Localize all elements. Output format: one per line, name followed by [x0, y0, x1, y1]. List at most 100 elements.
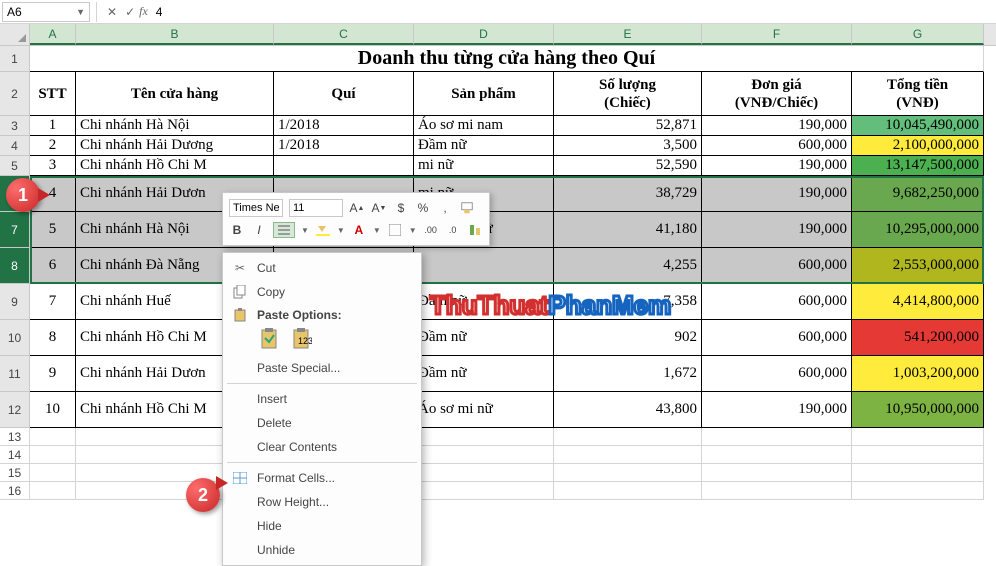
- cell[interactable]: Đơn giá (VNĐ/Chiếc): [702, 72, 852, 116]
- cell[interactable]: Chi nhánh Hà Nội: [76, 116, 274, 136]
- cell[interactable]: 190,000: [702, 116, 852, 136]
- cell[interactable]: [852, 428, 984, 446]
- cell[interactable]: [554, 482, 702, 500]
- select-all-corner[interactable]: [0, 24, 30, 46]
- format-icon[interactable]: [467, 222, 483, 238]
- cell[interactable]: Chi nhánh Hồ Chi M: [76, 156, 274, 176]
- percent-icon[interactable]: %: [415, 200, 431, 216]
- align-icon[interactable]: [273, 222, 295, 238]
- cell[interactable]: 41,180: [554, 212, 702, 248]
- cell[interactable]: 10,045,490,000: [852, 116, 984, 136]
- menu-paste-special[interactable]: Paste Special...: [223, 356, 421, 380]
- cell[interactable]: [554, 464, 702, 482]
- col-header-D[interactable]: D: [414, 24, 554, 45]
- cell[interactable]: Áo sơ mi nữ: [414, 392, 554, 428]
- cell[interactable]: 1/2018: [274, 136, 414, 156]
- menu-row-height[interactable]: Row Height...: [223, 490, 421, 514]
- menu-insert[interactable]: Insert: [223, 387, 421, 411]
- cell[interactable]: 2,553,000,000: [852, 248, 984, 284]
- cell[interactable]: [554, 446, 702, 464]
- cell[interactable]: [414, 428, 554, 446]
- italic-icon[interactable]: I: [251, 222, 267, 238]
- chevron-down-icon[interactable]: ▼: [76, 7, 85, 17]
- cell[interactable]: [274, 156, 414, 176]
- cell[interactable]: 190,000: [702, 212, 852, 248]
- row-header-12[interactable]: 12: [0, 392, 30, 428]
- row-header-10[interactable]: 10: [0, 320, 30, 356]
- cell[interactable]: 13,147,500,000: [852, 156, 984, 176]
- row-header-7[interactable]: 7: [0, 212, 30, 248]
- cell[interactable]: 38,729: [554, 176, 702, 212]
- cell[interactable]: 1,003,200,000: [852, 356, 984, 392]
- cell[interactable]: [702, 428, 852, 446]
- cell[interactable]: Sản phẩm: [414, 72, 554, 116]
- cell[interactable]: Quí: [274, 72, 414, 116]
- row-header-3[interactable]: 3: [0, 116, 30, 136]
- paste-default-icon[interactable]: [257, 326, 283, 352]
- cell[interactable]: 190,000: [702, 176, 852, 212]
- row-header-5[interactable]: 5: [0, 156, 30, 176]
- row-header-16[interactable]: 16: [0, 482, 30, 500]
- borders-icon[interactable]: [387, 222, 403, 238]
- row-header-14[interactable]: 14: [0, 446, 30, 464]
- fx-icon[interactable]: fx: [139, 4, 148, 19]
- menu-clear-contents[interactable]: Clear Contents: [223, 435, 421, 459]
- cell[interactable]: 600,000: [702, 136, 852, 156]
- currency-icon[interactable]: $: [393, 200, 409, 216]
- cell[interactable]: [852, 464, 984, 482]
- cell[interactable]: 4,414,800,000: [852, 284, 984, 320]
- cell[interactable]: 3,500: [554, 136, 702, 156]
- cell[interactable]: [852, 482, 984, 500]
- cancel-fx-icon[interactable]: ✕: [103, 5, 121, 19]
- font-name-input[interactable]: [229, 199, 283, 217]
- name-box[interactable]: A6 ▼: [2, 2, 90, 22]
- cell[interactable]: 3: [30, 156, 76, 176]
- cell[interactable]: 600,000: [702, 284, 852, 320]
- fill-color-icon[interactable]: [315, 222, 331, 238]
- col-header-E[interactable]: E: [554, 24, 702, 45]
- cell[interactable]: 902: [554, 320, 702, 356]
- row-header-15[interactable]: 15: [0, 464, 30, 482]
- col-header-F[interactable]: F: [702, 24, 852, 45]
- title-cell[interactable]: Doanh thu từng cửa hàng theo Quí: [30, 46, 984, 72]
- cell[interactable]: 43,800: [554, 392, 702, 428]
- cell[interactable]: [30, 428, 76, 446]
- decrease-decimal-icon[interactable]: .00: [423, 222, 439, 238]
- cell[interactable]: Đầm nữ: [414, 136, 554, 156]
- cell[interactable]: [30, 464, 76, 482]
- cell[interactable]: Đầm nữ: [414, 320, 554, 356]
- format-painter-icon[interactable]: [459, 200, 475, 216]
- row-header-13[interactable]: 13: [0, 428, 30, 446]
- col-header-C[interactable]: C: [274, 24, 414, 45]
- menu-unhide[interactable]: Unhide: [223, 538, 421, 562]
- cell[interactable]: [414, 446, 554, 464]
- cell[interactable]: 5: [30, 212, 76, 248]
- menu-delete[interactable]: Delete: [223, 411, 421, 435]
- cell[interactable]: 190,000: [702, 392, 852, 428]
- cell[interactable]: [702, 446, 852, 464]
- menu-format-cells[interactable]: Format Cells...: [223, 466, 421, 490]
- col-header-G[interactable]: G: [852, 24, 984, 45]
- row-header-11[interactable]: 11: [0, 356, 30, 392]
- menu-copy[interactable]: Copy: [223, 280, 421, 304]
- increase-decimal-icon[interactable]: .0: [445, 222, 461, 238]
- cell[interactable]: Tên cửa hàng: [76, 72, 274, 116]
- cell[interactable]: 600,000: [702, 248, 852, 284]
- menu-cut[interactable]: ✂ Cut: [223, 256, 421, 280]
- cell[interactable]: [554, 428, 702, 446]
- row-header-9[interactable]: 9: [0, 284, 30, 320]
- cell[interactable]: 10,950,000,000: [852, 392, 984, 428]
- row-header-1[interactable]: 1: [0, 46, 30, 72]
- cell[interactable]: [414, 464, 554, 482]
- row-header-8[interactable]: 8: [0, 248, 30, 284]
- cell[interactable]: 190,000: [702, 156, 852, 176]
- cell[interactable]: 2,100,000,000: [852, 136, 984, 156]
- cell[interactable]: 8: [30, 320, 76, 356]
- cell[interactable]: 1/2018: [274, 116, 414, 136]
- row-header-2[interactable]: 2: [0, 72, 30, 116]
- cell[interactable]: 9: [30, 356, 76, 392]
- cell[interactable]: 10,295,000,000: [852, 212, 984, 248]
- cell[interactable]: [702, 464, 852, 482]
- cell[interactable]: [702, 482, 852, 500]
- cell[interactable]: [414, 482, 554, 500]
